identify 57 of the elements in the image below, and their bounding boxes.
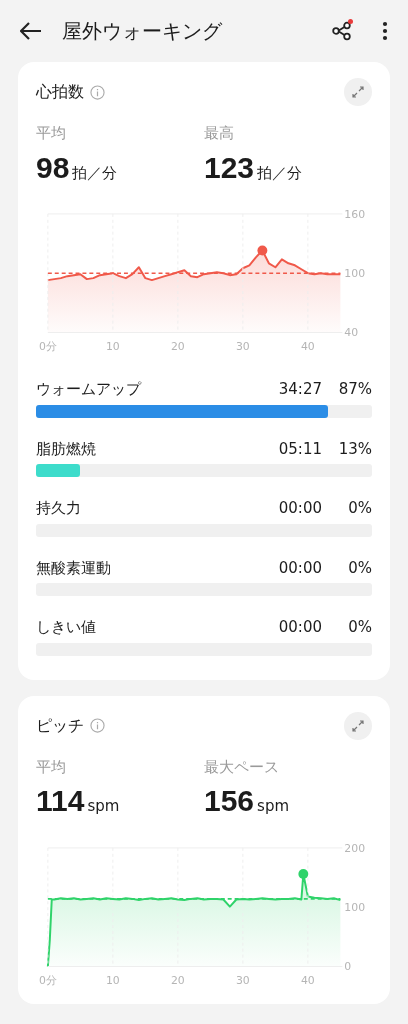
zone-percent: 0% <box>347 498 372 520</box>
zone-percent: 13% <box>337 438 372 460</box>
axis-label: 160 <box>344 207 366 221</box>
info-icon[interactable] <box>90 718 105 734</box>
card-title: 心拍数 <box>36 81 84 103</box>
zone-time: 00:00 <box>278 557 322 579</box>
card-title: ピッチ <box>36 714 84 737</box>
stat-label: 平均 <box>36 756 67 778</box>
axis-label: 30 <box>235 340 250 354</box>
axis-label: 0分 <box>38 974 57 987</box>
stat-label: 平均 <box>36 123 67 144</box>
zone-time: 05:11 <box>278 438 322 460</box>
axis-label: 200 <box>344 841 366 855</box>
axis-label: 40 <box>300 974 315 987</box>
zone-percent: 87% <box>337 379 372 401</box>
axis-label: 0 <box>344 960 352 974</box>
expand-icon <box>352 86 364 98</box>
axis-label: 100 <box>344 900 366 914</box>
page-title: 屋外ウォーキング <box>62 18 223 45</box>
axis-label: 30 <box>235 974 250 987</box>
more-icon[interactable] <box>382 21 388 41</box>
axis-label: 40 <box>344 326 359 340</box>
zone-name: 無酸素運動 <box>36 557 112 579</box>
axis-label: 10 <box>105 974 120 987</box>
zone-time: 00:00 <box>278 617 322 639</box>
zone-name: ウォームアップ <box>36 379 143 401</box>
stat-value: 123 <box>204 152 255 183</box>
axis-label: 20 <box>170 974 185 987</box>
zone-name: 持久力 <box>36 498 82 520</box>
stat-label: 最高 <box>204 123 235 144</box>
zone-percent: 0% <box>347 557 372 579</box>
stat-value: 114 <box>36 786 85 817</box>
stat-unit: spm <box>87 796 120 818</box>
zone-time: 34:27 <box>278 379 322 401</box>
expand-icon <box>352 719 364 732</box>
share-icon[interactable] <box>330 19 354 43</box>
stat-label: 最大ペース <box>204 756 280 778</box>
expand-button[interactable] <box>344 78 372 106</box>
back-icon[interactable] <box>20 22 42 40</box>
axis-label: 100 <box>344 267 366 281</box>
info-icon[interactable] <box>90 84 105 100</box>
axis-label: 0分 <box>38 340 57 354</box>
zone-percent: 0% <box>347 617 372 639</box>
max-marker <box>298 868 309 879</box>
zone-time: 00:00 <box>278 498 322 520</box>
max-marker <box>257 245 268 256</box>
stat-unit: spm <box>257 796 289 818</box>
zone-name: しきい値 <box>36 617 97 639</box>
axis-label: 40 <box>300 340 315 354</box>
stat-value: 156 <box>204 786 255 817</box>
stat-unit: 拍／分 <box>257 162 303 184</box>
stat-value: 98 <box>36 152 70 183</box>
stat-unit: 拍／分 <box>72 162 118 184</box>
axis-label: 10 <box>105 340 120 354</box>
expand-button[interactable] <box>344 711 372 740</box>
zone-name: 脂肪燃焼 <box>36 438 97 460</box>
axis-label: 20 <box>170 340 185 354</box>
